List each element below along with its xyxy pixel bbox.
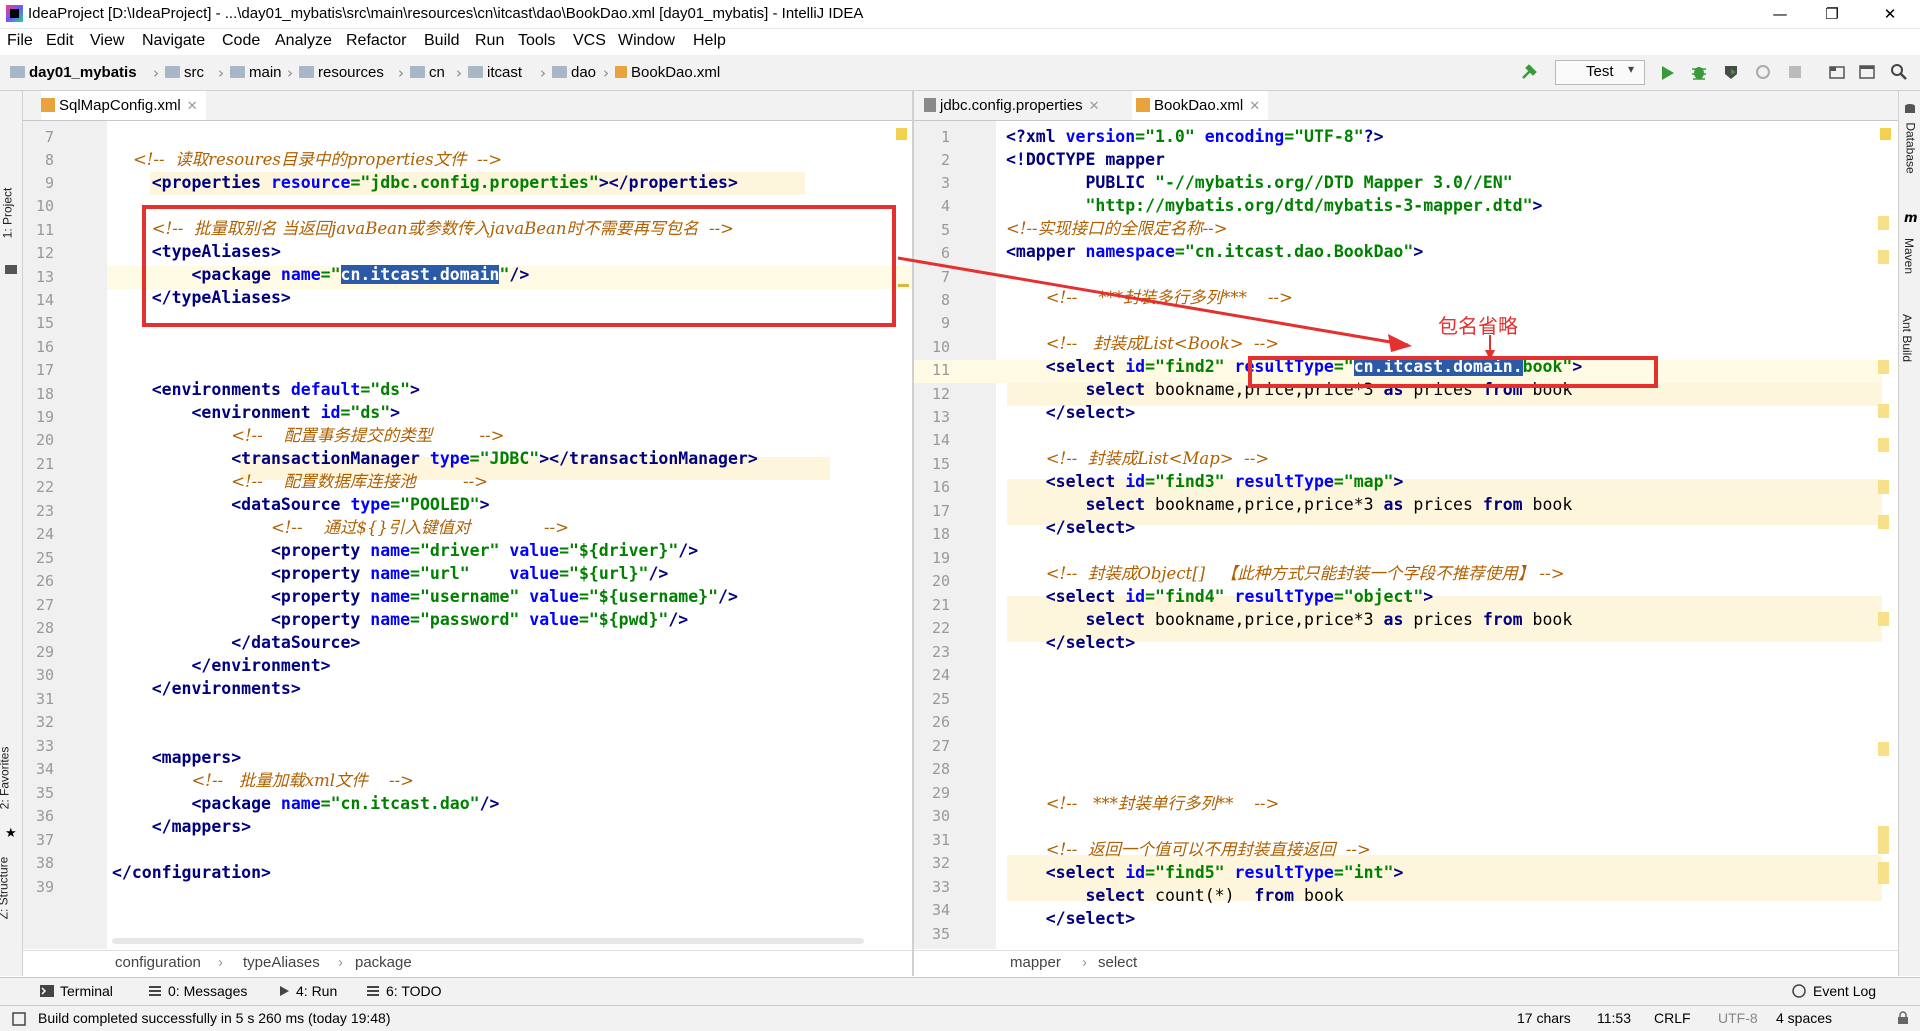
run-tab[interactable]: 4: Run: [296, 983, 337, 999]
status-panel-icon[interactable]: [12, 1012, 26, 1026]
tool-windows-bar: Terminal 0: Messages 4: Run 6: TODO Even…: [0, 977, 1920, 1005]
scroll-marker: [1878, 250, 1889, 264]
messages-tab[interactable]: 0: Messages: [168, 983, 247, 999]
todo-icon: [367, 986, 379, 996]
file-encoding[interactable]: UTF-8: [1718, 1010, 1758, 1026]
terminal-tab[interactable]: Terminal: [60, 983, 113, 999]
messages-icon: [149, 986, 161, 996]
line-separator[interactable]: CRLF: [1654, 1010, 1691, 1026]
todo-tab[interactable]: 6: TODO: [386, 983, 442, 999]
scroll-marker: [1878, 404, 1889, 418]
terminal-icon: [40, 985, 54, 997]
annotation-label: 包名省略: [1438, 314, 1518, 338]
indent-setting[interactable]: 4 spaces: [1776, 1010, 1832, 1026]
status-message: Build completed successfully in 5 s 260 …: [38, 1010, 391, 1026]
event-log-icon: [1792, 984, 1806, 998]
selection-chars: 17 chars: [1517, 1010, 1571, 1026]
scroll-marker: [1878, 742, 1889, 756]
annotation-arrow: [897, 256, 1495, 360]
run-tab-icon: [280, 986, 289, 996]
lock-icon[interactable]: [1896, 1011, 1910, 1025]
status-bar: Build completed successfully in 5 s 260 …: [0, 1005, 1920, 1031]
inspection-warning-icon: [1880, 128, 1891, 140]
scroll-marker: [1878, 862, 1889, 884]
crumb-mapper[interactable]: mapper: [1010, 954, 1061, 971]
scroll-marker: [1878, 480, 1889, 494]
scroll-marker: [1878, 515, 1889, 529]
crumb-select[interactable]: select: [1098, 954, 1137, 971]
scroll-marker: [1878, 360, 1889, 374]
scroll-marker: [1878, 826, 1889, 854]
scroll-marker: [1878, 216, 1889, 230]
caret-position[interactable]: 11:53: [1597, 1010, 1631, 1026]
scroll-marker: [1878, 438, 1889, 452]
event-log-tab[interactable]: Event Log: [1813, 983, 1876, 999]
right-xml-breadcrumb: mapper › select: [914, 950, 1898, 977]
scroll-marker: [1878, 612, 1889, 626]
